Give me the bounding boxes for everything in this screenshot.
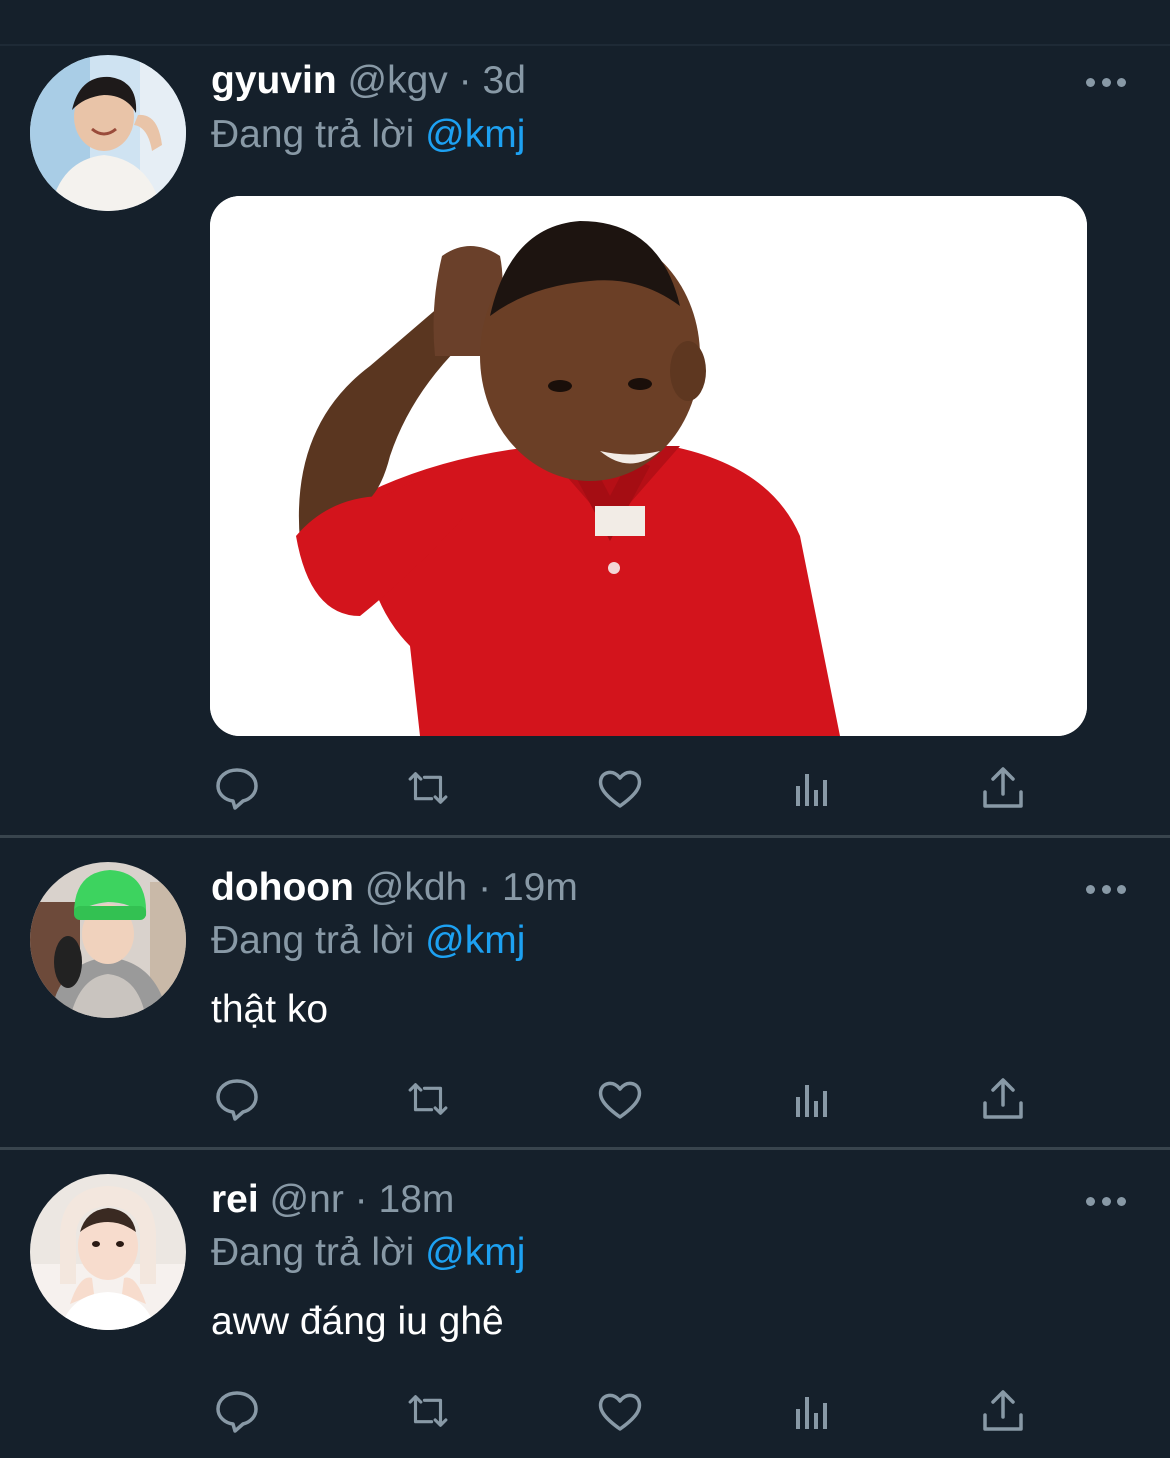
share-icon[interactable] (978, 763, 1028, 813)
display-name[interactable]: rei (211, 1178, 259, 1221)
retweet-icon[interactable] (403, 1386, 453, 1436)
tweet-header: gyuvin @kgv · 3d (211, 58, 526, 104)
share-icon[interactable] (978, 1074, 1028, 1124)
avatar[interactable] (30, 1174, 186, 1330)
more-options-icon[interactable] (1086, 882, 1126, 896)
tweet-gyuvin[interactable]: gyuvin @kgv · 3d Đang trả lời @kmj (0, 0, 1170, 835)
retweet-icon[interactable] (403, 763, 453, 813)
replying-to: Đang trả lời @kmj (211, 918, 525, 964)
more-options-icon[interactable] (1086, 1194, 1126, 1208)
reply-icon[interactable] (212, 763, 262, 813)
replying-to-label: Đang trả lời (211, 919, 415, 962)
tweet-text: aww đáng iu ghê (211, 1300, 504, 1343)
user-handle[interactable]: @nr (270, 1178, 344, 1221)
tweet-dohoon[interactable]: dohoon @kdh · 19m Đang trả lời @kmj thật… (0, 838, 1170, 1146)
timestamp[interactable]: 19m (502, 866, 578, 909)
share-icon[interactable] (978, 1386, 1028, 1436)
timestamp[interactable]: 3d (483, 59, 526, 102)
tweet-header: rei @nr · 18m (211, 1177, 454, 1223)
display-name[interactable]: gyuvin (211, 59, 337, 102)
tweet-rei[interactable]: rei @nr · 18m Đang trả lời @kmj aww đáng… (0, 1150, 1170, 1458)
like-icon[interactable] (595, 1386, 645, 1436)
user-handle[interactable]: @kgv (348, 59, 448, 102)
replying-to-label: Đang trả lời (211, 113, 415, 156)
replying-to-label: Đang trả lời (211, 1231, 415, 1274)
reply-icon[interactable] (212, 1074, 262, 1124)
tweet-image[interactable] (210, 196, 1087, 736)
display-name[interactable]: dohoon (211, 866, 354, 909)
like-icon[interactable] (595, 1074, 645, 1124)
mention-link[interactable]: @kmj (425, 919, 525, 962)
more-options-icon[interactable] (1086, 75, 1126, 89)
reply-icon[interactable] (212, 1386, 262, 1436)
tweet-actions (212, 1074, 1032, 1124)
mention-link[interactable]: @kmj (425, 113, 525, 156)
photo-boy-red-polo-scratching-head-icon (210, 196, 1087, 736)
tweet-header: dohoon @kdh · 19m (211, 865, 578, 911)
like-icon[interactable] (595, 763, 645, 813)
replying-to: Đang trả lời @kmj (211, 1230, 525, 1276)
separator-dot: · (354, 1178, 368, 1221)
tweet-text: thật ko (211, 988, 329, 1031)
timestamp[interactable]: 18m (379, 1178, 455, 1221)
replying-to: Đang trả lời @kmj (211, 112, 525, 158)
avatar[interactable] (30, 55, 186, 211)
separator-dot: · (478, 866, 492, 909)
tweet-actions (212, 1386, 1032, 1436)
analytics-icon[interactable] (787, 763, 837, 813)
analytics-icon[interactable] (787, 1074, 837, 1124)
mention-link[interactable]: @kmj (425, 1231, 525, 1274)
retweet-icon[interactable] (403, 1074, 453, 1124)
analytics-icon[interactable] (787, 1386, 837, 1436)
tweet-actions (212, 763, 1032, 813)
separator-dot: · (458, 59, 472, 102)
avatar[interactable] (30, 862, 186, 1018)
user-handle[interactable]: @kdh (365, 866, 467, 909)
